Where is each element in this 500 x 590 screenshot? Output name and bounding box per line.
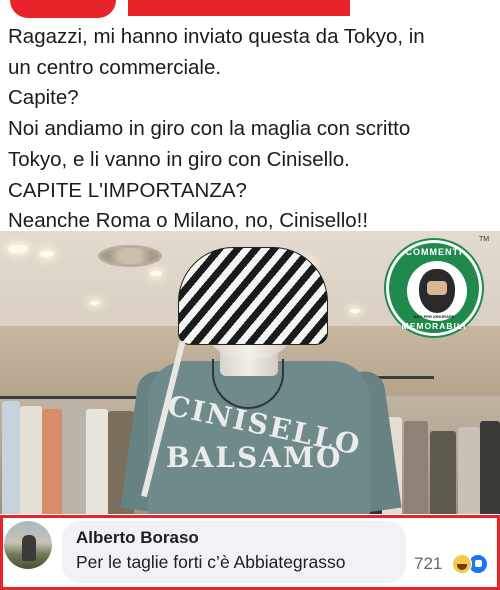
hanging-garment [480,421,500,514]
post-line: un centro commerciale. [8,55,222,79]
bearded-face-icon [419,269,455,313]
hanging-garment [430,431,456,514]
avatar-person [22,535,36,561]
zebra-bucket-hat [178,247,328,345]
haha-icon[interactable] [452,554,472,574]
post-line: Capite? [8,86,79,110]
ceiling-vent [98,245,162,267]
clothing-rail [0,396,150,399]
hanging-garment [42,409,62,514]
logo-top-text: COMMENTI [405,247,463,257]
post-line: Noi andiamo in giro con la maglia con sc… [8,117,411,141]
trademark-mark: TM [479,236,490,243]
shirt-print: CINISELLO BALSAMO [164,389,364,474]
post-line: Ragazzi, mi hanno inviato questa da Toky… [8,25,425,48]
logo-bottom-text: MEMORABILI [401,321,467,331]
hanging-garment [86,409,108,514]
hanging-garment [2,401,20,514]
ceiling-light [40,251,54,257]
post-line: Tokyo, e li vanno in giro con Cinisello. [8,147,350,171]
post-line: CAPITE L'IMPORTANZA? [8,178,247,202]
hanging-garment [20,406,42,514]
reaction-count[interactable]: 721 [414,554,442,574]
hanging-garment [458,427,480,514]
hanging-garment [62,403,86,514]
header-bar [128,0,350,16]
ceiling-light [150,271,162,276]
header-shape [10,0,116,18]
hanging-garment [404,421,428,514]
ceiling-light [8,245,28,253]
ceiling-light [90,301,100,305]
comment-text: Per le taglie forti c’è Abbiategrasso [76,552,346,572]
ceiling-light [350,309,360,313]
logo-middle-text: NATI PER IGNORARE [413,314,455,319]
commenti-memorabili-logo: COMMENTI NATI PER IGNORARE MEMORABILI [386,240,482,336]
avatar[interactable] [4,521,52,569]
comment-author[interactable]: Alberto Boraso [76,528,199,548]
post-screenshot: Ragazzi, mi hanno inviato questa da Toky… [0,0,500,590]
post-body: Ragazzi, mi hanno inviato questa da Toky… [8,22,494,237]
